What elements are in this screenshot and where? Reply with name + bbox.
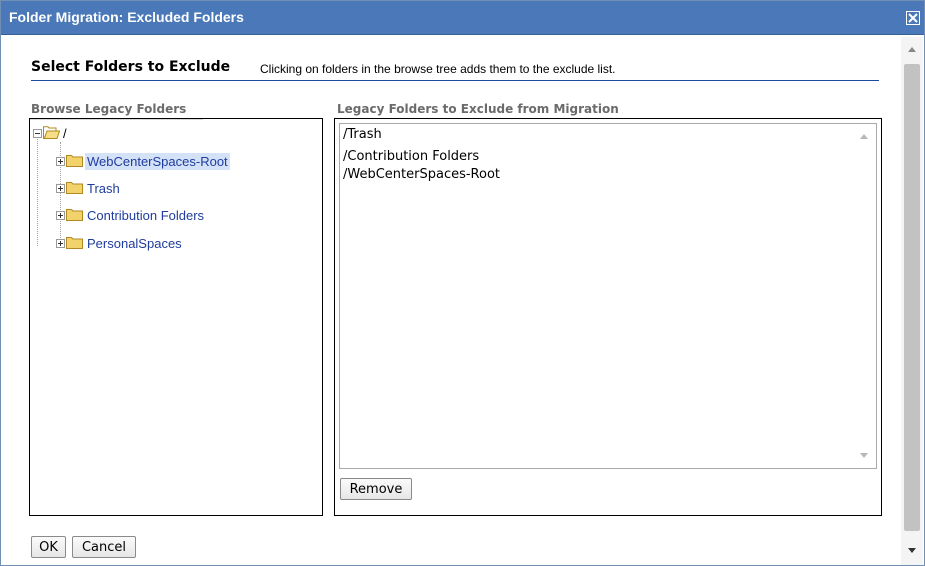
excluded-folders-dialog: Folder Migration: Excluded Folders Selec… — [0, 0, 925, 566]
cancel-button[interactable]: Cancel — [72, 536, 136, 558]
tree-item-webcenterspaces-root[interactable]: WebCenterSpaces-Root — [56, 151, 230, 171]
exclude-label: Legacy Folders to Exclude from Migration — [337, 102, 619, 116]
scrollbar-thumb[interactable] — [904, 64, 920, 531]
tree-guide-line — [37, 132, 38, 246]
tree-item-label[interactable]: Contribution Folders — [85, 207, 206, 224]
browse-tree: / WebCenterSpaces-Root Trash Contributio… — [29, 118, 323, 516]
folder-icon — [66, 152, 83, 171]
expand-icon[interactable] — [56, 238, 65, 248]
exclude-list[interactable]: /Trash /Contribution Folders /WebCenterS… — [339, 123, 877, 469]
tree-item-label[interactable]: PersonalSpaces — [85, 235, 184, 252]
dialog-scrollbar[interactable] — [901, 37, 923, 565]
dialog-title: Folder Migration: Excluded Folders — [9, 9, 244, 25]
tree-item-label[interactable]: Trash — [85, 180, 122, 197]
browse-label: Browse Legacy Folders — [31, 102, 187, 116]
tree-item-contribution-folders[interactable]: Contribution Folders — [56, 205, 206, 225]
folder-icon — [66, 179, 83, 198]
tree-item-trash[interactable]: Trash — [56, 178, 122, 198]
ok-button[interactable]: OK — [31, 536, 66, 558]
folder-icon — [66, 234, 83, 253]
tree-root-label: / — [63, 125, 67, 141]
section-description: Clicking on folders in the browse tree a… — [260, 62, 616, 76]
scroll-down-icon[interactable] — [908, 548, 916, 553]
tree-item-label[interactable]: WebCenterSpaces-Root — [85, 152, 230, 170]
collapse-icon[interactable] — [33, 128, 42, 138]
close-icon[interactable] — [906, 11, 920, 25]
section-title: Select Folders to Exclude — [31, 59, 231, 75]
exclude-panel: /Trash /Contribution Folders /WebCenterS… — [334, 118, 882, 516]
list-item[interactable]: /WebCenterSpaces-Root — [343, 167, 500, 182]
dialog-titlebar[interactable]: Folder Migration: Excluded Folders — [1, 1, 924, 35]
tree-root[interactable]: / — [33, 123, 67, 143]
tree-item-personalspaces[interactable]: PersonalSpaces — [56, 233, 184, 253]
tree-divider — [30, 119, 203, 120]
expand-icon[interactable] — [56, 210, 65, 220]
expand-icon[interactable] — [56, 183, 65, 193]
section-header: Select Folders to Exclude Clicking on fo… — [31, 59, 879, 81]
scroll-up-icon[interactable] — [908, 47, 916, 52]
list-scroll-down-icon[interactable] — [860, 453, 868, 458]
expand-icon[interactable] — [56, 156, 65, 166]
remove-button[interactable]: Remove — [340, 478, 412, 500]
list-scroll-up-icon[interactable] — [860, 134, 868, 139]
list-item[interactable]: /Contribution Folders — [343, 149, 479, 164]
folder-icon — [66, 206, 83, 225]
folder-open-icon — [43, 124, 61, 143]
list-item[interactable]: /Trash — [343, 127, 382, 142]
